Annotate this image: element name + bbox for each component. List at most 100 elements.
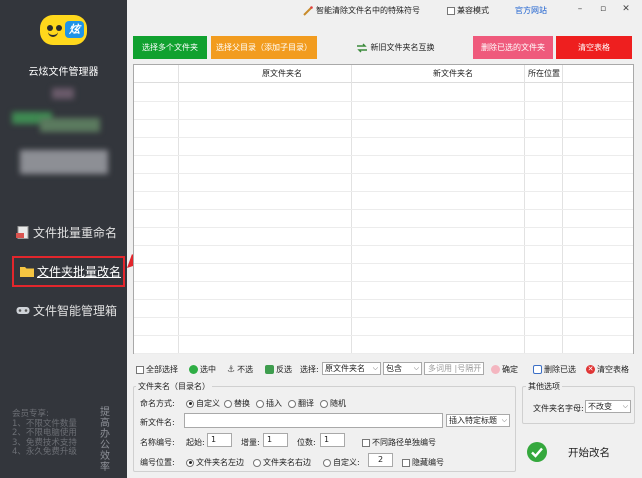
mode-translate-radio[interactable]: 翻译 (288, 398, 314, 409)
check-circle-icon (527, 442, 547, 462)
insert-tag-value: 插入特定标题 (449, 416, 497, 425)
radio-dot (224, 399, 232, 408)
folder-icon (20, 267, 34, 277)
select-folders-button[interactable]: 选择多个文件夹 (133, 36, 207, 59)
chevron-down-icon: ⌵ (413, 364, 419, 372)
app-logo: 炫 (40, 15, 87, 45)
select-all-label: 全部选择 (146, 365, 178, 374)
promo-line: 4、永久免费升级 (12, 447, 77, 457)
unselect-button[interactable]: ⚓ 不选 (227, 364, 253, 375)
clear-table-small-label: 清空表格 (597, 365, 629, 374)
mode-random-radio[interactable]: 随机 (320, 398, 346, 409)
logo-eye-icon (56, 25, 62, 31)
custom-position-input[interactable]: 2 (368, 453, 393, 467)
close-button[interactable]: ✕ (619, 3, 633, 15)
case-label: 文件夹名字母: (533, 404, 584, 413)
table-row-line (134, 245, 633, 246)
select-all-checkbox[interactable]: 全部选择 (136, 364, 178, 375)
unselect-label: 不选 (237, 365, 254, 374)
column-header-original[interactable]: 原文件夹名 (262, 68, 302, 79)
position-left-radio[interactable]: 文件夹名左边 (186, 457, 244, 468)
separate-paths-checkbox[interactable]: 不同路径单独编号 (362, 437, 436, 448)
confirm-button[interactable]: 确定 (491, 364, 518, 375)
invert-button[interactable]: 反选 (265, 364, 292, 375)
minimize-button[interactable]: – (573, 3, 587, 15)
mode-insert-label: 插入 (266, 399, 282, 408)
table-row-line (134, 191, 633, 192)
table-row-line (134, 137, 633, 138)
table-row-line (134, 299, 633, 300)
radio-dot (186, 458, 194, 467)
digits-input[interactable]: 1 (320, 433, 345, 447)
document-icon (16, 225, 29, 239)
clear-special-chars-link[interactable]: 智能清除文件名中的特殊符号 (303, 5, 420, 16)
table-row-line (134, 227, 633, 228)
checkbox-box (136, 365, 144, 374)
step-input[interactable]: 1 (263, 433, 288, 447)
table-row-line (134, 119, 633, 120)
field-select[interactable]: 原文件夹名 ⌵ (322, 362, 381, 375)
start-rename-label: 开始改名 (568, 446, 610, 459)
sidebar-item-folder-rename[interactable]: 文件夹批量改名 (12, 256, 125, 287)
table-row-line (134, 263, 633, 264)
compat-mode-label: 兼容模式 (457, 6, 489, 15)
radio-dot (186, 399, 194, 408)
sidebar-item-file-rename[interactable]: 文件批量重命名 (16, 221, 117, 243)
sidebar-item-smart-manager[interactable]: 文件智能管理箱 (16, 299, 117, 321)
select-button[interactable]: 选中 (189, 364, 216, 375)
mode-replace-radio[interactable]: 替换 (224, 398, 250, 409)
start-rename-button[interactable]: 开始改名 (522, 433, 635, 471)
table-row-line (134, 317, 633, 318)
promo-list: 会员专享: 1、不限文件数量 2、不限电脑使用 3、免费技术支持 4、永久免费升… (12, 409, 77, 458)
delete-selected-folders-button[interactable]: 删除已选的文件夹 (473, 36, 553, 59)
table-row-line (134, 353, 633, 354)
radio-dot (256, 399, 264, 408)
case-select[interactable]: 不改变 ⌵ (585, 400, 631, 413)
delete-selected-button[interactable]: 删除已选 (533, 364, 576, 375)
mode-insert-radio[interactable]: 插入 (256, 398, 282, 409)
radio-dot (320, 399, 328, 408)
hide-number-checkbox[interactable]: 隐藏编号 (402, 457, 444, 468)
clear-special-label: 智能清除文件名中的特殊符号 (316, 6, 420, 15)
clear-table-button[interactable]: 清空表格 (556, 36, 632, 59)
position-custom-label: 自定义: (333, 458, 360, 467)
compat-mode-checkbox[interactable]: 兼容模式 (447, 5, 489, 16)
other-group-title: 其他选项 (526, 381, 562, 392)
swap-icon (356, 43, 367, 52)
mode-label: 命名方式: (140, 399, 175, 408)
mode-translate-label: 翻译 (298, 399, 314, 408)
invert-label: 反选 (276, 365, 292, 374)
official-site-link[interactable]: 官方网站 (515, 5, 547, 16)
insert-tag-select[interactable]: 插入特定标题 ⌵ (446, 414, 510, 427)
select-subdirs-button[interactable]: 选择父目录（添加子目录） (211, 36, 317, 59)
mode-custom-label: 自定义 (196, 399, 220, 408)
table-row-line (134, 155, 633, 156)
match-select[interactable]: 包含 ⌵ (383, 362, 422, 375)
checkbox-box (402, 458, 410, 467)
position-right-radio[interactable]: 文件夹名右边 (253, 457, 311, 468)
delete-selected-label: 删除已选 (544, 365, 576, 374)
logo-smile-icon (48, 32, 58, 37)
blurred-block (20, 150, 108, 174)
sidebar-item-label: 文件夹批量改名 (37, 265, 122, 279)
chevron-down-icon: ⌵ (501, 416, 507, 424)
logo-eye-icon (47, 25, 53, 31)
mode-replace-label: 替换 (234, 399, 250, 408)
column-header-new[interactable]: 新文件夹名 (433, 68, 473, 79)
clear-table-small-button[interactable]: ✕ 清空表格 (586, 364, 629, 375)
position-custom-radio[interactable]: 自定义: (323, 457, 360, 468)
digits-label: 位数: (297, 438, 316, 447)
choose-label: 选择: (300, 365, 319, 374)
keyword-input[interactable]: 多词用 |号隔开 (424, 362, 484, 375)
mode-custom-radio[interactable]: 自定义 (186, 398, 220, 409)
maximize-button[interactable]: ▫ (596, 3, 610, 15)
checkbox-box (362, 438, 370, 447)
position-left-label: 文件夹名左边 (196, 458, 244, 467)
invert-icon (265, 365, 274, 374)
swap-names-button[interactable]: 新旧文件夹名互换 (352, 36, 438, 59)
table-row-line (134, 209, 633, 210)
newname-input[interactable] (184, 413, 443, 428)
column-header-location[interactable]: 所在位置 (528, 68, 560, 79)
start-input[interactable]: 1 (207, 433, 232, 447)
folder-table[interactable]: 原文件夹名 新文件夹名 所在位置 (133, 64, 634, 354)
